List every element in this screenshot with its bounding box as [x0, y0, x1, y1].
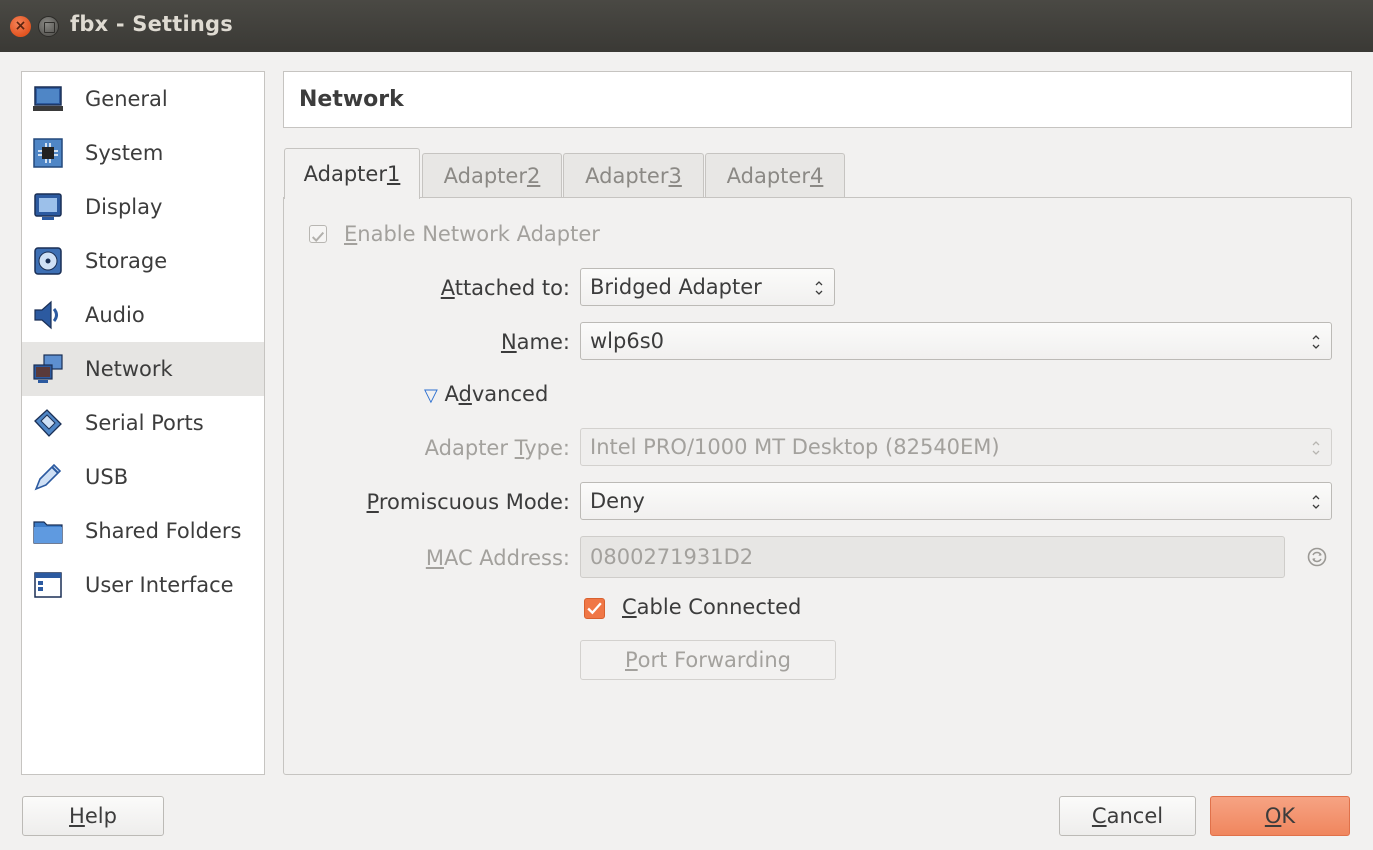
page-title: Network — [299, 87, 404, 112]
monitor-icon — [33, 86, 63, 111]
promiscuous-mode-label: Promiscuous Mode: — [366, 490, 570, 514]
attached-to-select[interactable]: Bridged Adapter — [580, 268, 835, 306]
port-forwarding-button[interactable]: Port Forwarding — [580, 640, 836, 680]
sidebar-item-label: System — [85, 141, 164, 165]
folder-icon — [33, 521, 63, 544]
cancel-button[interactable]: Cancel — [1059, 796, 1196, 836]
sidebar-item-shared-folders[interactable]: Shared Folders — [22, 504, 264, 558]
name-label: Name: — [500, 330, 570, 354]
tab-adapter-2[interactable]: Adapter 2 — [422, 153, 562, 198]
sidebar-item-network[interactable]: Network — [22, 342, 264, 396]
usb-icon — [34, 463, 62, 491]
mac-address-label: MAC Address: — [425, 546, 570, 570]
updown-arrow-icon — [1312, 495, 1320, 509]
serial-port-icon — [34, 409, 62, 437]
adapter-type-select[interactable]: Intel PRO/1000 MT Desktop (82540EM) — [580, 428, 1332, 466]
adapter-type-label: Adapter Type: — [424, 436, 570, 460]
sidebar-item-system[interactable]: System — [22, 126, 264, 180]
sidebar-item-usb[interactable]: USB — [22, 450, 264, 504]
sidebar-item-general[interactable]: General — [22, 72, 264, 126]
sidebar-item-label: Display — [85, 195, 163, 219]
updown-arrow-icon — [1312, 441, 1320, 455]
promiscuous-mode-select[interactable]: Deny — [580, 482, 1332, 520]
name-select[interactable]: wlp6s0 — [580, 322, 1332, 360]
tab-adapter-3[interactable]: Adapter 3 — [563, 153, 704, 198]
window-title: fbx - Settings — [70, 12, 233, 36]
sidebar-item-label: Serial Ports — [85, 411, 204, 435]
title-bar: × fbx - Settings — [0, 0, 1373, 52]
refresh-mac-icon[interactable] — [1306, 546, 1328, 568]
sidebar-item-label: General — [85, 87, 168, 111]
network-icon — [33, 354, 63, 383]
mac-address-field[interactable]: 0800271931D2 — [580, 536, 1285, 578]
enable-network-adapter-label: Enable Network Adapter — [344, 222, 600, 246]
expand-triangle-icon: ▽ — [424, 385, 438, 406]
checkmark-icon — [311, 231, 325, 242]
page-header: Network — [283, 71, 1352, 128]
sidebar-item-label: Audio — [85, 303, 145, 327]
sidebar-item-label: USB — [85, 465, 129, 489]
speaker-icon — [34, 300, 58, 330]
attached-to-label: Attached to: — [440, 276, 570, 300]
advanced-toggle[interactable]: ▽ Advanced — [424, 382, 548, 406]
maximize-window-button[interactable] — [38, 16, 59, 37]
sidebar-item-label: Network — [85, 357, 173, 381]
sidebar-item-user-interface[interactable]: User Interface — [22, 558, 264, 612]
close-icon: × — [14, 18, 27, 34]
sidebar-item-serial-ports[interactable]: Serial Ports — [22, 396, 264, 450]
cable-connected-checkbox[interactable] — [584, 598, 605, 619]
checkmark-icon — [587, 602, 602, 615]
sidebar-item-display[interactable]: Display — [22, 180, 264, 234]
enable-network-adapter-checkbox[interactable] — [309, 225, 327, 243]
tab-adapter-4[interactable]: Adapter 4 — [705, 153, 845, 198]
tab-adapter-1[interactable]: Adapter 1 — [284, 148, 420, 199]
chip-icon — [33, 138, 63, 168]
cable-connected-label: Cable Connected — [622, 595, 802, 619]
disk-icon — [34, 247, 62, 275]
updown-arrow-icon — [815, 281, 823, 295]
sidebar-item-label: Storage — [85, 249, 168, 273]
help-button[interactable]: Help — [22, 796, 164, 836]
settings-sidebar: General System Display Storage Audio Net… — [21, 71, 265, 775]
sidebar-item-storage[interactable]: Storage — [22, 234, 264, 288]
sidebar-item-label: User Interface — [85, 573, 234, 597]
close-window-button[interactable]: × — [10, 16, 31, 37]
sidebar-item-audio[interactable]: Audio — [22, 288, 264, 342]
ok-button[interactable]: OK — [1210, 796, 1350, 836]
sidebar-item-label: Shared Folders — [85, 519, 242, 543]
display-icon — [34, 193, 62, 220]
window-icon — [34, 572, 62, 598]
updown-arrow-icon — [1312, 335, 1320, 349]
